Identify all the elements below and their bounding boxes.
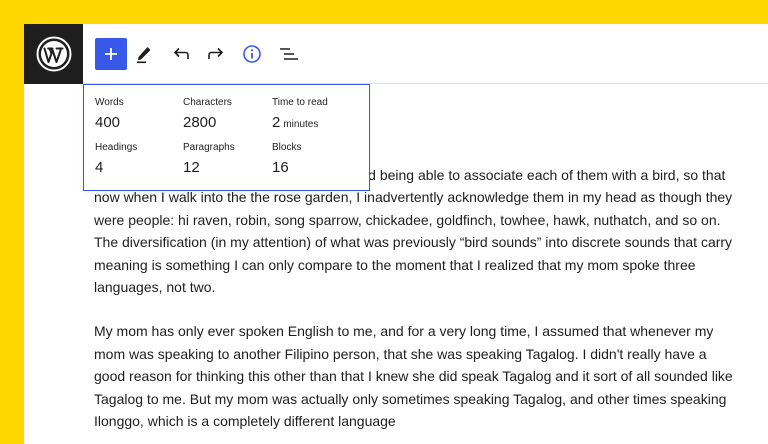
words-label: Words — [95, 97, 124, 108]
redo-icon — [208, 47, 224, 59]
characters-label: Characters — [183, 97, 232, 108]
paragraphs-stat: Paragraphs 12 — [183, 142, 235, 176]
document-info-popover: Words 400 Characters 2800 Time to read 2… — [83, 84, 370, 191]
info-icon — [243, 45, 261, 63]
editor-frame: er songs and being able to associate eac… — [24, 24, 768, 444]
words-value: 400 — [95, 114, 121, 131]
list-view-icon — [280, 48, 298, 60]
time-to-read-stat: Time to read 2 minutes — [272, 97, 328, 131]
paragraphs-value: 12 — [183, 159, 200, 176]
time-to-read-unit: minutes — [283, 119, 319, 130]
characters-value: 2800 — [183, 114, 217, 131]
words-stat: Words 400 — [95, 97, 124, 131]
blocks-value: 16 — [272, 159, 289, 176]
characters-stat: Characters 2800 — [183, 97, 232, 131]
time-to-read-value-line: 2 minutes — [272, 114, 328, 131]
paragraphs-label: Paragraphs — [183, 142, 235, 153]
headings-value: 4 — [95, 159, 104, 176]
undo-button[interactable] — [165, 38, 197, 70]
paragraph-block[interactable]: My mom has only ever spoken English to m… — [94, 320, 734, 432]
time-to-read-value: 2 — [272, 114, 281, 131]
redo-button[interactable] — [200, 38, 232, 70]
pencil-icon — [137, 47, 151, 64]
post-content[interactable]: er songs and being able to associate eac… — [94, 164, 734, 444]
blocks-stat: Blocks 16 — [272, 142, 301, 176]
undo-icon — [173, 47, 189, 59]
wordpress-icon — [36, 36, 71, 72]
headings-stat: Headings 4 — [95, 142, 137, 176]
edit-tools-button[interactable] — [128, 38, 160, 70]
time-to-read-label: Time to read — [272, 97, 328, 108]
details-button[interactable] — [236, 38, 268, 70]
plus-icon — [105, 48, 117, 60]
headings-label: Headings — [95, 142, 138, 153]
list-view-button[interactable] — [273, 38, 305, 70]
blocks-label: Blocks — [272, 142, 302, 153]
add-block-button[interactable] — [95, 38, 127, 70]
wordpress-logo[interactable] — [24, 24, 83, 84]
editor-toolbar — [24, 24, 768, 84]
